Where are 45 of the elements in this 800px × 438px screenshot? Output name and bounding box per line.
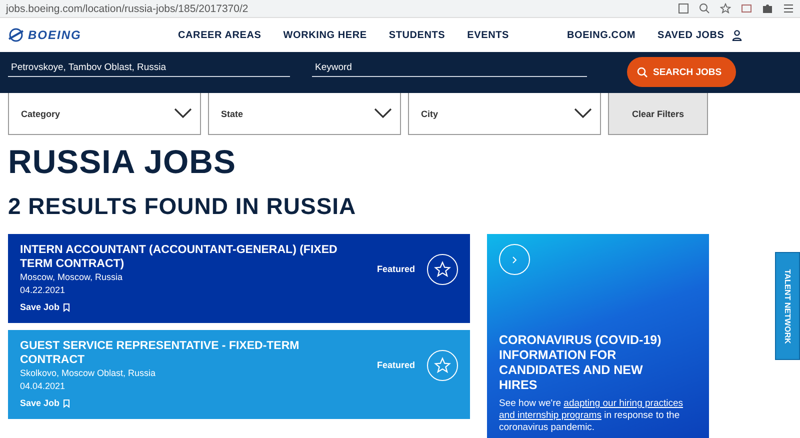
chevron-down-icon: [374, 108, 392, 119]
favorite-button[interactable]: [427, 254, 458, 284]
chevron-right-icon: [512, 256, 518, 264]
location-field[interactable]: Petrovskoye, Tambov Oblast, Russia: [8, 58, 290, 77]
job-location: Moscow, Moscow, Russia: [20, 271, 124, 284]
list-icon[interactable]: [783, 3, 794, 14]
nav-link[interactable]: STUDENTS: [388, 30, 446, 40]
search-button[interactable]: SEARCH JOBS: [627, 57, 736, 87]
chevron-down-icon: [174, 108, 192, 119]
nav-link[interactable]: EVENTS: [467, 30, 509, 40]
talent-network-tab[interactable]: TALENT NETWORK: [775, 252, 800, 360]
clear-filters-button[interactable]: Clear Filters: [608, 93, 708, 135]
filter-dropdown[interactable]: Category: [8, 93, 201, 135]
save-job-link[interactable]: Save Job: [20, 302, 365, 312]
star-icon: [434, 356, 451, 374]
hiring-practices-link[interactable]: and internship programs: [499, 410, 602, 421]
next-button[interactable]: [499, 244, 530, 275]
bookmark-icon: [62, 398, 70, 408]
user-icon[interactable]: [732, 30, 742, 40]
job-date: 04.22.2021: [20, 284, 66, 297]
promo-title: CORONAVIRUS (COVID-19) INFORMATION FOR CANDIDATES AND NEW HIRES: [499, 333, 662, 393]
promo-text: See how we're adapting our hiring practices and internship programs in response to the coronavirus pandemic.: [499, 398, 684, 434]
filter-dropdown[interactable]: City: [408, 93, 601, 135]
job-location: Skolkovo, Moscow Oblast, Russia: [20, 367, 157, 380]
zoom-icon[interactable]: [699, 3, 710, 14]
logo-icon: [8, 27, 24, 43]
page-heading: RUSSIA JOBS: [8, 143, 237, 181]
nav-link[interactable]: BOEING.COM: [566, 30, 636, 40]
results-heading: 2 RESULTS FOUND IN RUSSIA: [8, 193, 358, 220]
featured-label: Featured: [376, 360, 415, 370]
nav-link[interactable]: CAREER AREAS: [178, 30, 262, 40]
keyword-field[interactable]: Keyword: [312, 58, 587, 77]
job-title[interactable]: INTERN ACCOUNTANT (ACCOUNTANT-GENERAL) (FIXED TERM CONTRACT): [20, 243, 365, 271]
nav-link[interactable]: SAVED JOBS: [658, 30, 724, 40]
logo-text[interactable]: BOEING: [28, 28, 82, 42]
star-icon[interactable]: [720, 3, 731, 14]
search-icon: [637, 66, 648, 78]
filter-dropdown[interactable]: State: [208, 93, 401, 135]
nav-link[interactable]: WORKING HERE: [283, 30, 367, 40]
bookmark-icon: [62, 302, 70, 312]
featured-label: Featured: [376, 264, 415, 274]
hiring-practices-link[interactable]: adapting our hiring practices: [564, 398, 684, 409]
job-date: 04.04.2021: [20, 380, 66, 393]
star-icon: [434, 260, 451, 278]
chevron-down-icon: [574, 108, 592, 119]
